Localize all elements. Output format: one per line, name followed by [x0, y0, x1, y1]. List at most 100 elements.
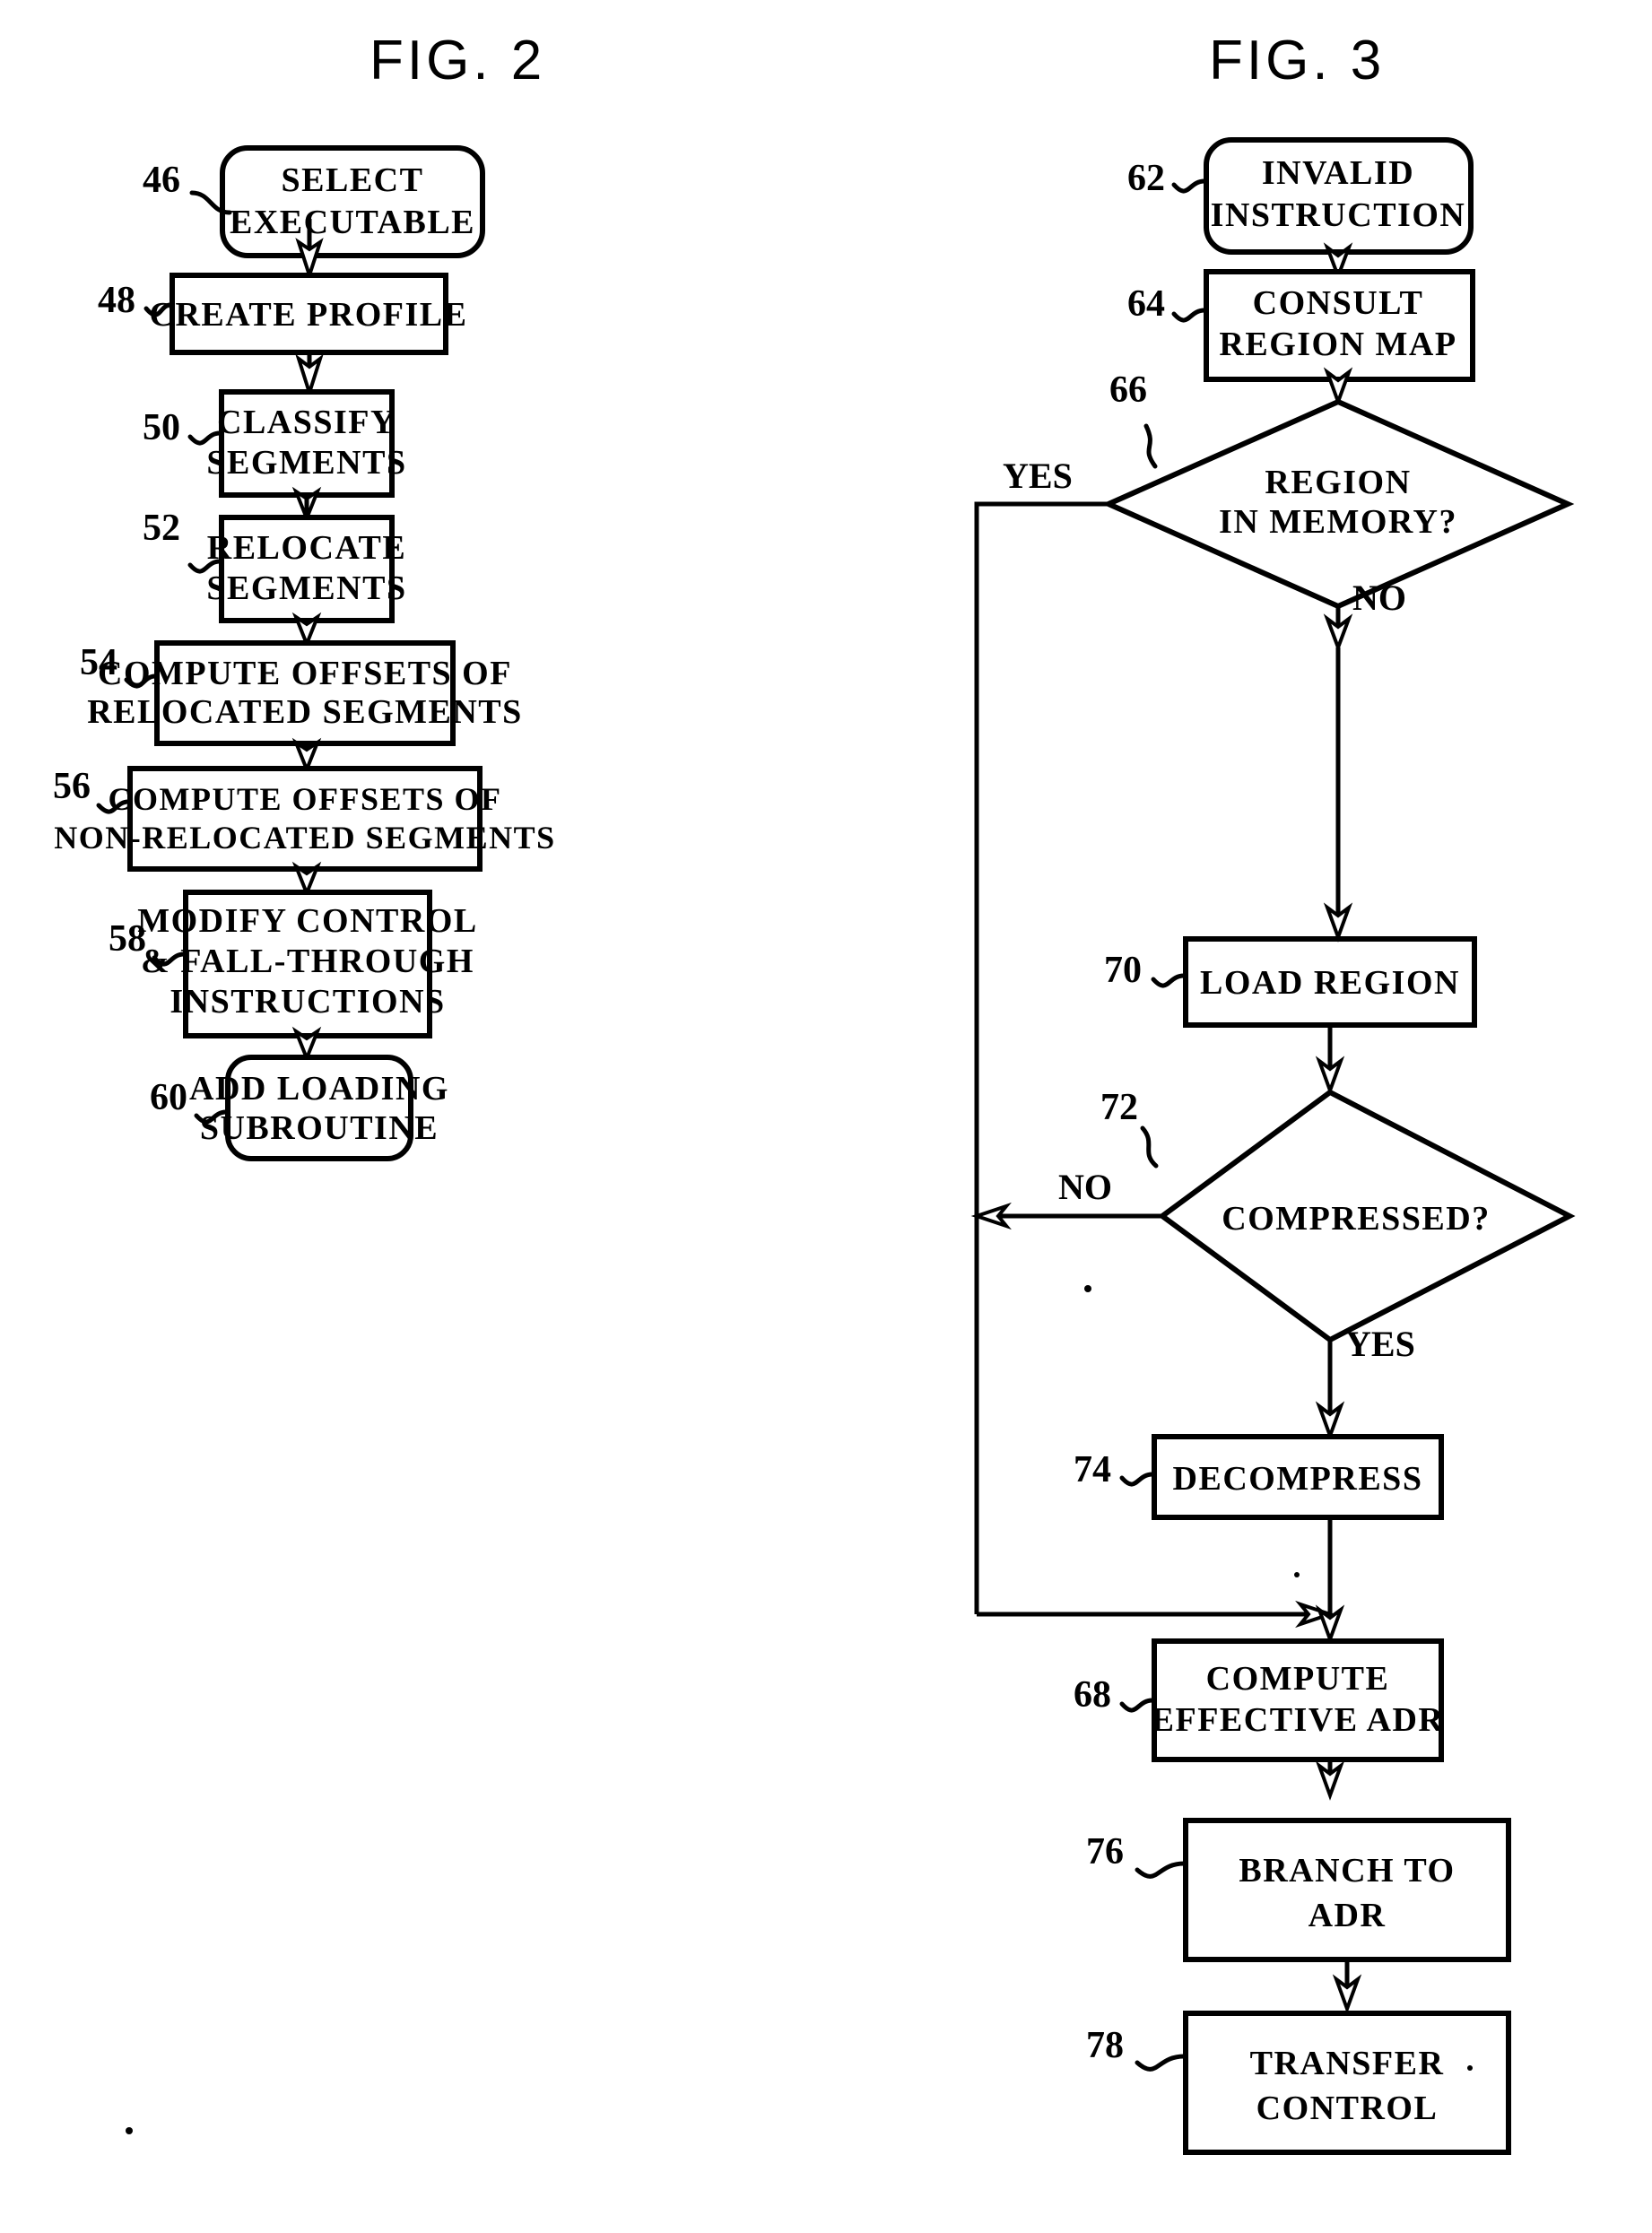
ref-number-78: 78 [1086, 2025, 1124, 2066]
node-70[interactable]: LOAD REGION 70 [1104, 936, 1477, 1028]
edge-66-yes: YES [974, 456, 1109, 1614]
leader-74 [1119, 1472, 1155, 1487]
leader-64 [1171, 308, 1207, 323]
node-52-label-line2: SEGMENTS [206, 569, 406, 607]
edge-76-78 [1332, 1959, 1362, 2014]
ref-number-66: 66 [1109, 369, 1147, 411]
node-46-label-line1: SELECT [282, 161, 424, 199]
edge-50-52 [291, 486, 322, 524]
edge-48-50 [295, 352, 324, 399]
figure-3-title: FIG. 3 [1209, 30, 1385, 91]
edge-72-no: NO [970, 1167, 1162, 1230]
node-50-label-line2: SEGMENTS [206, 444, 406, 482]
node-60[interactable]: ADD LOADING SUBROUTINE 60 [150, 1055, 449, 1161]
node-58[interactable]: MODIFY CONTROL & FALL-THROUGH INSTRUCTIO… [109, 890, 478, 1038]
node-76-shape[interactable] [1183, 1818, 1511, 1962]
edge-68-76 [1315, 1759, 1345, 1801]
node-78-shape[interactable] [1183, 2011, 1511, 2155]
node-78-label-line2: CONTROL [1256, 2090, 1439, 2127]
node-56-label-line2: NON-RELOCATED SEGMENTS [54, 820, 555, 856]
node-72-label-line1: COMPRESSED? [1222, 1200, 1490, 1238]
patent-drawing-sheet: FIG. 2 SELECT EXECUTABLE 46 CREATE PROFI… [0, 0, 1652, 2233]
ink-speck-fig2 [126, 2127, 133, 2134]
node-50-label-line1: CLASSIFY [217, 404, 396, 441]
ref-number-50: 50 [143, 407, 180, 448]
ref-number-68: 68 [1074, 1674, 1111, 1716]
node-58-label-line1: MODIFY CONTROL [137, 902, 478, 940]
edge-74-68 [1315, 1517, 1345, 1645]
ref-number-46: 46 [143, 160, 180, 201]
node-58-label-line3: INSTRUCTIONS [170, 983, 445, 1021]
node-56-label-line1: COMPUTE OFFSETS OF [108, 781, 501, 817]
node-76-label-line2: ADR [1309, 1897, 1387, 1934]
leader-78 [1135, 2054, 1187, 2072]
node-66-label-line2: IN MEMORY? [1219, 503, 1457, 541]
edge-label-yes-66: YES [1003, 456, 1073, 496]
node-64-label-line1: CONSULT [1253, 284, 1424, 322]
edge-70-72 [1315, 1025, 1345, 1096]
leader-76 [1135, 1861, 1187, 1879]
edge-52-54 [291, 612, 322, 649]
node-62[interactable]: INVALID INSTRUCTION 62 [1127, 137, 1474, 255]
ref-number-48: 48 [98, 280, 135, 321]
edge-56-58 [291, 861, 322, 899]
edge-label-yes-72: YES [1345, 1324, 1415, 1364]
leader-68 [1119, 1698, 1155, 1713]
ref-number-54: 54 [80, 642, 117, 683]
node-68[interactable]: COMPUTE EFFECTIVE ADR 68 [1074, 1638, 1445, 1762]
edge-54-56 [291, 737, 322, 775]
ref-number-58: 58 [109, 918, 146, 960]
leader-66 [1143, 423, 1158, 469]
ink-speck-b [1294, 1572, 1300, 1577]
ref-number-76: 76 [1086, 1831, 1124, 1872]
node-60-label-line1: ADD LOADING [189, 1070, 449, 1108]
node-62-label-line2: INSTRUCTION [1211, 196, 1466, 234]
ref-number-52: 52 [143, 508, 180, 549]
figure-2: FIG. 2 SELECT EXECUTABLE 46 CREATE PROFI… [53, 30, 556, 2134]
node-76[interactable]: BRANCH TO ADR 76 [1086, 1818, 1511, 1962]
node-74-label-line1: DECOMPRESS [1173, 1460, 1423, 1498]
leader-70 [1151, 973, 1187, 988]
leader-62 [1171, 178, 1207, 194]
node-72[interactable]: COMPRESSED? 72 [1100, 1087, 1576, 1343]
node-56[interactable]: COMPUTE OFFSETS OF NON-RELOCATED SEGMENT… [53, 766, 556, 872]
node-60-label-line2: SUBROUTINE [200, 1109, 439, 1147]
node-52-label-line1: RELOCATE [207, 529, 406, 567]
node-66[interactable]: REGION IN MEMORY? 66 [1101, 369, 1575, 610]
ref-number-70: 70 [1104, 950, 1142, 991]
ink-speck-a [1084, 1285, 1091, 1292]
node-54[interactable]: COMPUTE OFFSETS OF RELOCATED SEGMENTS 54 [80, 640, 523, 746]
ref-number-56: 56 [53, 766, 91, 807]
node-68-label-line2: EFFECTIVE ADR [1152, 1701, 1445, 1739]
node-54-label-line2: RELOCATED SEGMENTS [87, 693, 523, 731]
node-48[interactable]: CREATE PROFILE 48 [98, 273, 468, 355]
node-66-label-line1: REGION [1265, 464, 1411, 501]
flowchart-canvas: FIG. 2 SELECT EXECUTABLE 46 CREATE PROFI… [53, 30, 1576, 2155]
node-52[interactable]: RELOCATE SEGMENTS 52 [143, 508, 407, 623]
node-74[interactable]: DECOMPRESS 74 [1074, 1434, 1444, 1520]
node-78[interactable]: TRANSFER CONTROL 78 [1086, 2011, 1511, 2155]
node-46-label-line2: EXECUTABLE [230, 204, 475, 241]
node-58-label-line2: & FALL-THROUGH [141, 943, 474, 980]
ink-speck-c [1467, 2065, 1473, 2071]
leader-72 [1140, 1125, 1159, 1169]
edge-feedback-rejoin [977, 1600, 1336, 1629]
figure-3: FIG. 3 INVALID INSTRUCTION 62 CONSULT RE… [970, 30, 1576, 2155]
edge-label-no-66: NO [1352, 578, 1406, 618]
edge-no66-to-70 [1323, 647, 1353, 943]
node-76-label-line1: BRANCH TO [1239, 1852, 1455, 1890]
node-70-label-line1: LOAD REGION [1200, 964, 1460, 1002]
figure-2-title: FIG. 2 [370, 30, 545, 91]
node-64-label-line2: REGION MAP [1219, 326, 1456, 363]
node-62-label-line1: INVALID [1262, 154, 1414, 192]
node-68-shape[interactable] [1152, 1638, 1444, 1762]
ref-number-62: 62 [1127, 158, 1165, 199]
ref-number-72: 72 [1100, 1087, 1138, 1128]
node-46[interactable]: SELECT EXECUTABLE 46 [143, 145, 485, 258]
node-48-label-line1: CREATE PROFILE [150, 296, 468, 334]
node-78-label-line1: TRANSFER [1250, 2045, 1445, 2082]
node-68-label-line1: COMPUTE [1206, 1660, 1390, 1698]
node-64[interactable]: CONSULT REGION MAP 64 [1127, 269, 1475, 382]
node-54-label-line1: COMPUTE OFFSETS OF [98, 655, 512, 692]
node-50[interactable]: CLASSIFY SEGMENTS 50 [143, 389, 407, 498]
